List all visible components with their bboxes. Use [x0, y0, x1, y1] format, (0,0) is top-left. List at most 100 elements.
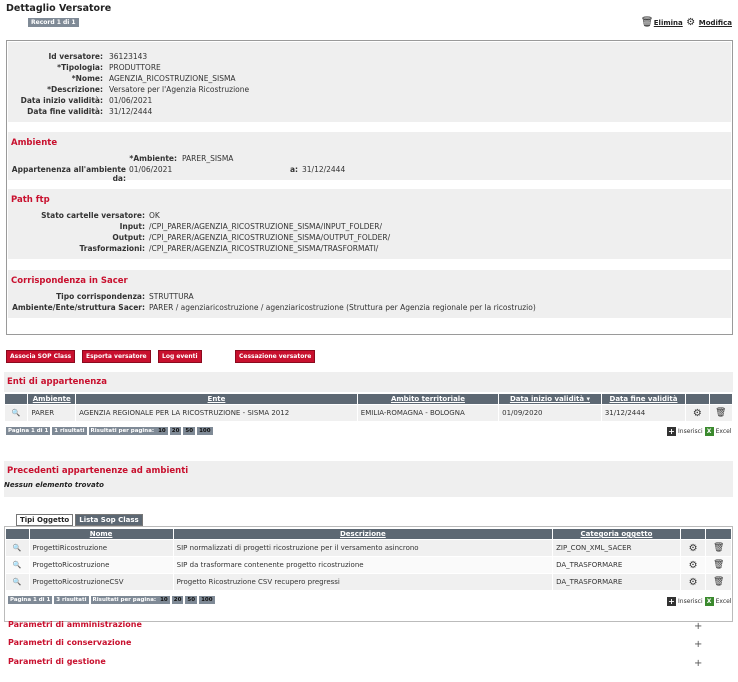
ftp-value: /CPI_PARER/AGENZIA_RICOSTRUZIONE_SISMA/O… — [149, 233, 391, 242]
header-categoria[interactable]: Categoria oggetto — [553, 529, 680, 539]
excel-icon[interactable]: X — [704, 597, 714, 606]
ambiente-section: Ambiente *Ambiente: PARER_SISMA Apparten… — [8, 132, 731, 183]
per-page-10[interactable]: 10 — [158, 596, 170, 604]
per-page-20[interactable]: 20 — [169, 427, 182, 435]
tab-bar: Tipi Oggetto Lista Sop Class — [16, 514, 143, 526]
insert-label[interactable]: Inserisci — [678, 428, 703, 435]
ftp-value: /CPI_PARER/AGENZIA_RICOSTRUZIONE_SISMA/I… — [149, 222, 383, 231]
magnifier-icon[interactable]: 🔍 — [6, 540, 29, 556]
trash-icon[interactable]: 🗑 — [706, 557, 731, 573]
enti-table: Ambiente Ente Ambito territoriale Data i… — [4, 393, 733, 422]
ftp-title: Path ftp — [11, 195, 50, 205]
edit-link[interactable]: Modifica — [699, 19, 732, 27]
per-page-20[interactable]: 20 — [171, 596, 184, 604]
table-row: 🔍 PARER AGENZIA REGIONALE PER LA RICOSTR… — [5, 405, 732, 421]
plus-icon[interactable]: + — [667, 597, 676, 606]
tab-tipi-oggetto[interactable]: Tipi Oggetto — [16, 514, 74, 526]
ambiente-label: *Ambiente: — [129, 154, 177, 163]
header-blank — [709, 394, 732, 404]
ftp-label: Output: — [112, 233, 145, 242]
pager-page: Pagina 1 di 1 — [6, 427, 51, 435]
expand-plus-icon[interactable]: + — [694, 639, 702, 650]
enti-insert-excel: + Inserisci X Excel — [667, 427, 732, 436]
empty-message: Nessun elemento trovato — [4, 481, 104, 489]
gear-icon[interactable]: ⚙ — [680, 540, 706, 556]
appartenenza-a-label: a: — [289, 165, 298, 174]
oggetti-pager: Pagina 1 di 1 3 risultati Risultati per … — [8, 596, 215, 604]
magnifier-icon[interactable]: 🔍 — [6, 574, 29, 590]
page-title: Dettaglio Versatore — [6, 3, 112, 14]
versatore-section: Id versatore: 36123143 *Tipologia: PRODU… — [8, 42, 731, 122]
trash-icon[interactable]: 🗑 — [709, 405, 732, 421]
esporta-versatore-button[interactable]: Esporta versatore — [82, 350, 151, 363]
pager-page: Pagina 1 di 1 — [8, 596, 53, 604]
cessazione-versatore-button[interactable]: Cessazione versatore — [235, 350, 316, 363]
gear-icon[interactable]: ⚙ — [686, 18, 696, 28]
detail-panel: Id versatore: 36123143 *Tipologia: PRODU… — [6, 40, 733, 335]
sacer-section: Corrispondenza in Sacer Tipo corrisponde… — [8, 270, 731, 318]
tab-lista-sop-class[interactable]: Lista Sop Class — [75, 514, 143, 526]
magnifier-icon[interactable]: 🔍 — [5, 405, 28, 421]
gear-icon[interactable]: ⚙ — [686, 405, 709, 421]
ambiente-value: PARER_SISMA — [182, 154, 234, 163]
ftp-value: OK — [149, 211, 160, 220]
excel-label[interactable]: Excel — [716, 428, 732, 435]
trash-icon[interactable]: 🗑 — [641, 18, 654, 28]
ftp-section: Path ftp Stato cartelle versatore: OK In… — [8, 189, 731, 259]
gear-icon[interactable]: ⚙ — [680, 557, 706, 573]
cell-data-inizio: 01/09/2020 — [499, 405, 601, 421]
record-counter: Record 1 di 1 — [28, 18, 79, 27]
cell-descrizione: SIP normalizzati di progetti ricostruzio… — [173, 540, 553, 556]
precedenti-section: Precedenti appartenenze ad ambienti Ness… — [4, 461, 733, 497]
field-value: 31/12/2444 — [109, 107, 153, 116]
parametri-conservazione-toggle[interactable]: Parametri di conservazione — [8, 638, 131, 647]
header-nome[interactable]: Nome — [29, 529, 173, 539]
oggetti-table: Nome Descrizione Categoria oggetto 🔍 Pro… — [5, 528, 732, 591]
sacer-value: PARER / agenziaricostruzione / agenziari… — [149, 303, 536, 312]
ftp-value: /CPI_PARER/AGENZIA_RICOSTRUZIONE_SISMA/T… — [149, 244, 379, 253]
cell-ente: AGENZIA REGIONALE PER LA RICOSTRUZIONE -… — [76, 405, 357, 421]
per-page-100[interactable]: 100 — [197, 427, 213, 435]
magnifier-icon[interactable]: 🔍 — [6, 557, 29, 573]
expand-plus-icon[interactable]: + — [694, 621, 702, 632]
header-ente[interactable]: Ente — [76, 394, 357, 404]
parametri-gestione-toggle[interactable]: Parametri di gestione — [8, 657, 106, 666]
parametri-amministrazione-toggle[interactable]: Parametri di amministrazione — [8, 620, 142, 629]
appartenenza-da-value: 01/06/2021 — [129, 165, 173, 174]
sacer-title: Corrispondenza in Sacer — [11, 276, 128, 286]
precedenti-title: Precedenti appartenenze ad ambienti — [7, 466, 189, 476]
cell-nome: ProgettoRicostruzioneCSV — [29, 574, 173, 590]
gear-icon[interactable]: ⚙ — [680, 574, 706, 590]
delete-link[interactable]: Elimina — [654, 19, 683, 27]
header-ambito[interactable]: Ambito territoriale — [357, 394, 499, 404]
plus-icon[interactable]: + — [667, 427, 676, 436]
pager-results: 3 risultati — [54, 596, 89, 604]
insert-label[interactable]: Inserisci — [678, 598, 703, 605]
header-data-fine[interactable]: Data fine validità — [601, 394, 686, 404]
header-ambiente[interactable]: Ambiente — [28, 394, 76, 404]
excel-label[interactable]: Excel — [716, 598, 732, 605]
excel-icon[interactable]: X — [704, 427, 714, 436]
trash-icon[interactable]: 🗑 — [706, 540, 731, 556]
header-descrizione[interactable]: Descrizione — [173, 529, 553, 539]
pager-per-page: Risultati per pagina: — [90, 596, 159, 604]
expand-plus-icon[interactable]: + — [694, 658, 702, 669]
header-blank — [5, 394, 28, 404]
header-data-inizio[interactable]: Data inizio validità ▾ — [499, 394, 601, 404]
per-page-10[interactable]: 10 — [156, 427, 168, 435]
pager-results: 1 risultati — [52, 427, 87, 435]
ftp-label: Input: — [119, 222, 145, 231]
field-value: 36123143 — [109, 52, 148, 61]
appartenenza-a-value: 31/12/2444 — [302, 165, 346, 174]
trash-icon[interactable]: 🗑 — [706, 574, 731, 590]
pager-per-page-label: Risultati per pagina: — [90, 428, 155, 434]
log-eventi-button[interactable]: Log eventi — [158, 350, 202, 363]
table-row: 🔍 ProgettoRicostruzioneCSV Progetto Rico… — [6, 574, 731, 590]
per-page-50[interactable]: 50 — [185, 596, 198, 604]
per-page-50[interactable]: 50 — [183, 427, 196, 435]
per-page-100[interactable]: 100 — [199, 596, 215, 604]
field-label: *Nome: — [71, 74, 103, 83]
associa-sop-class-button[interactable]: Associa SOP Class — [6, 350, 76, 363]
ftp-label: Trasformazioni: — [79, 244, 145, 253]
pager-per-page-label: Risultati per pagina: — [92, 597, 157, 603]
